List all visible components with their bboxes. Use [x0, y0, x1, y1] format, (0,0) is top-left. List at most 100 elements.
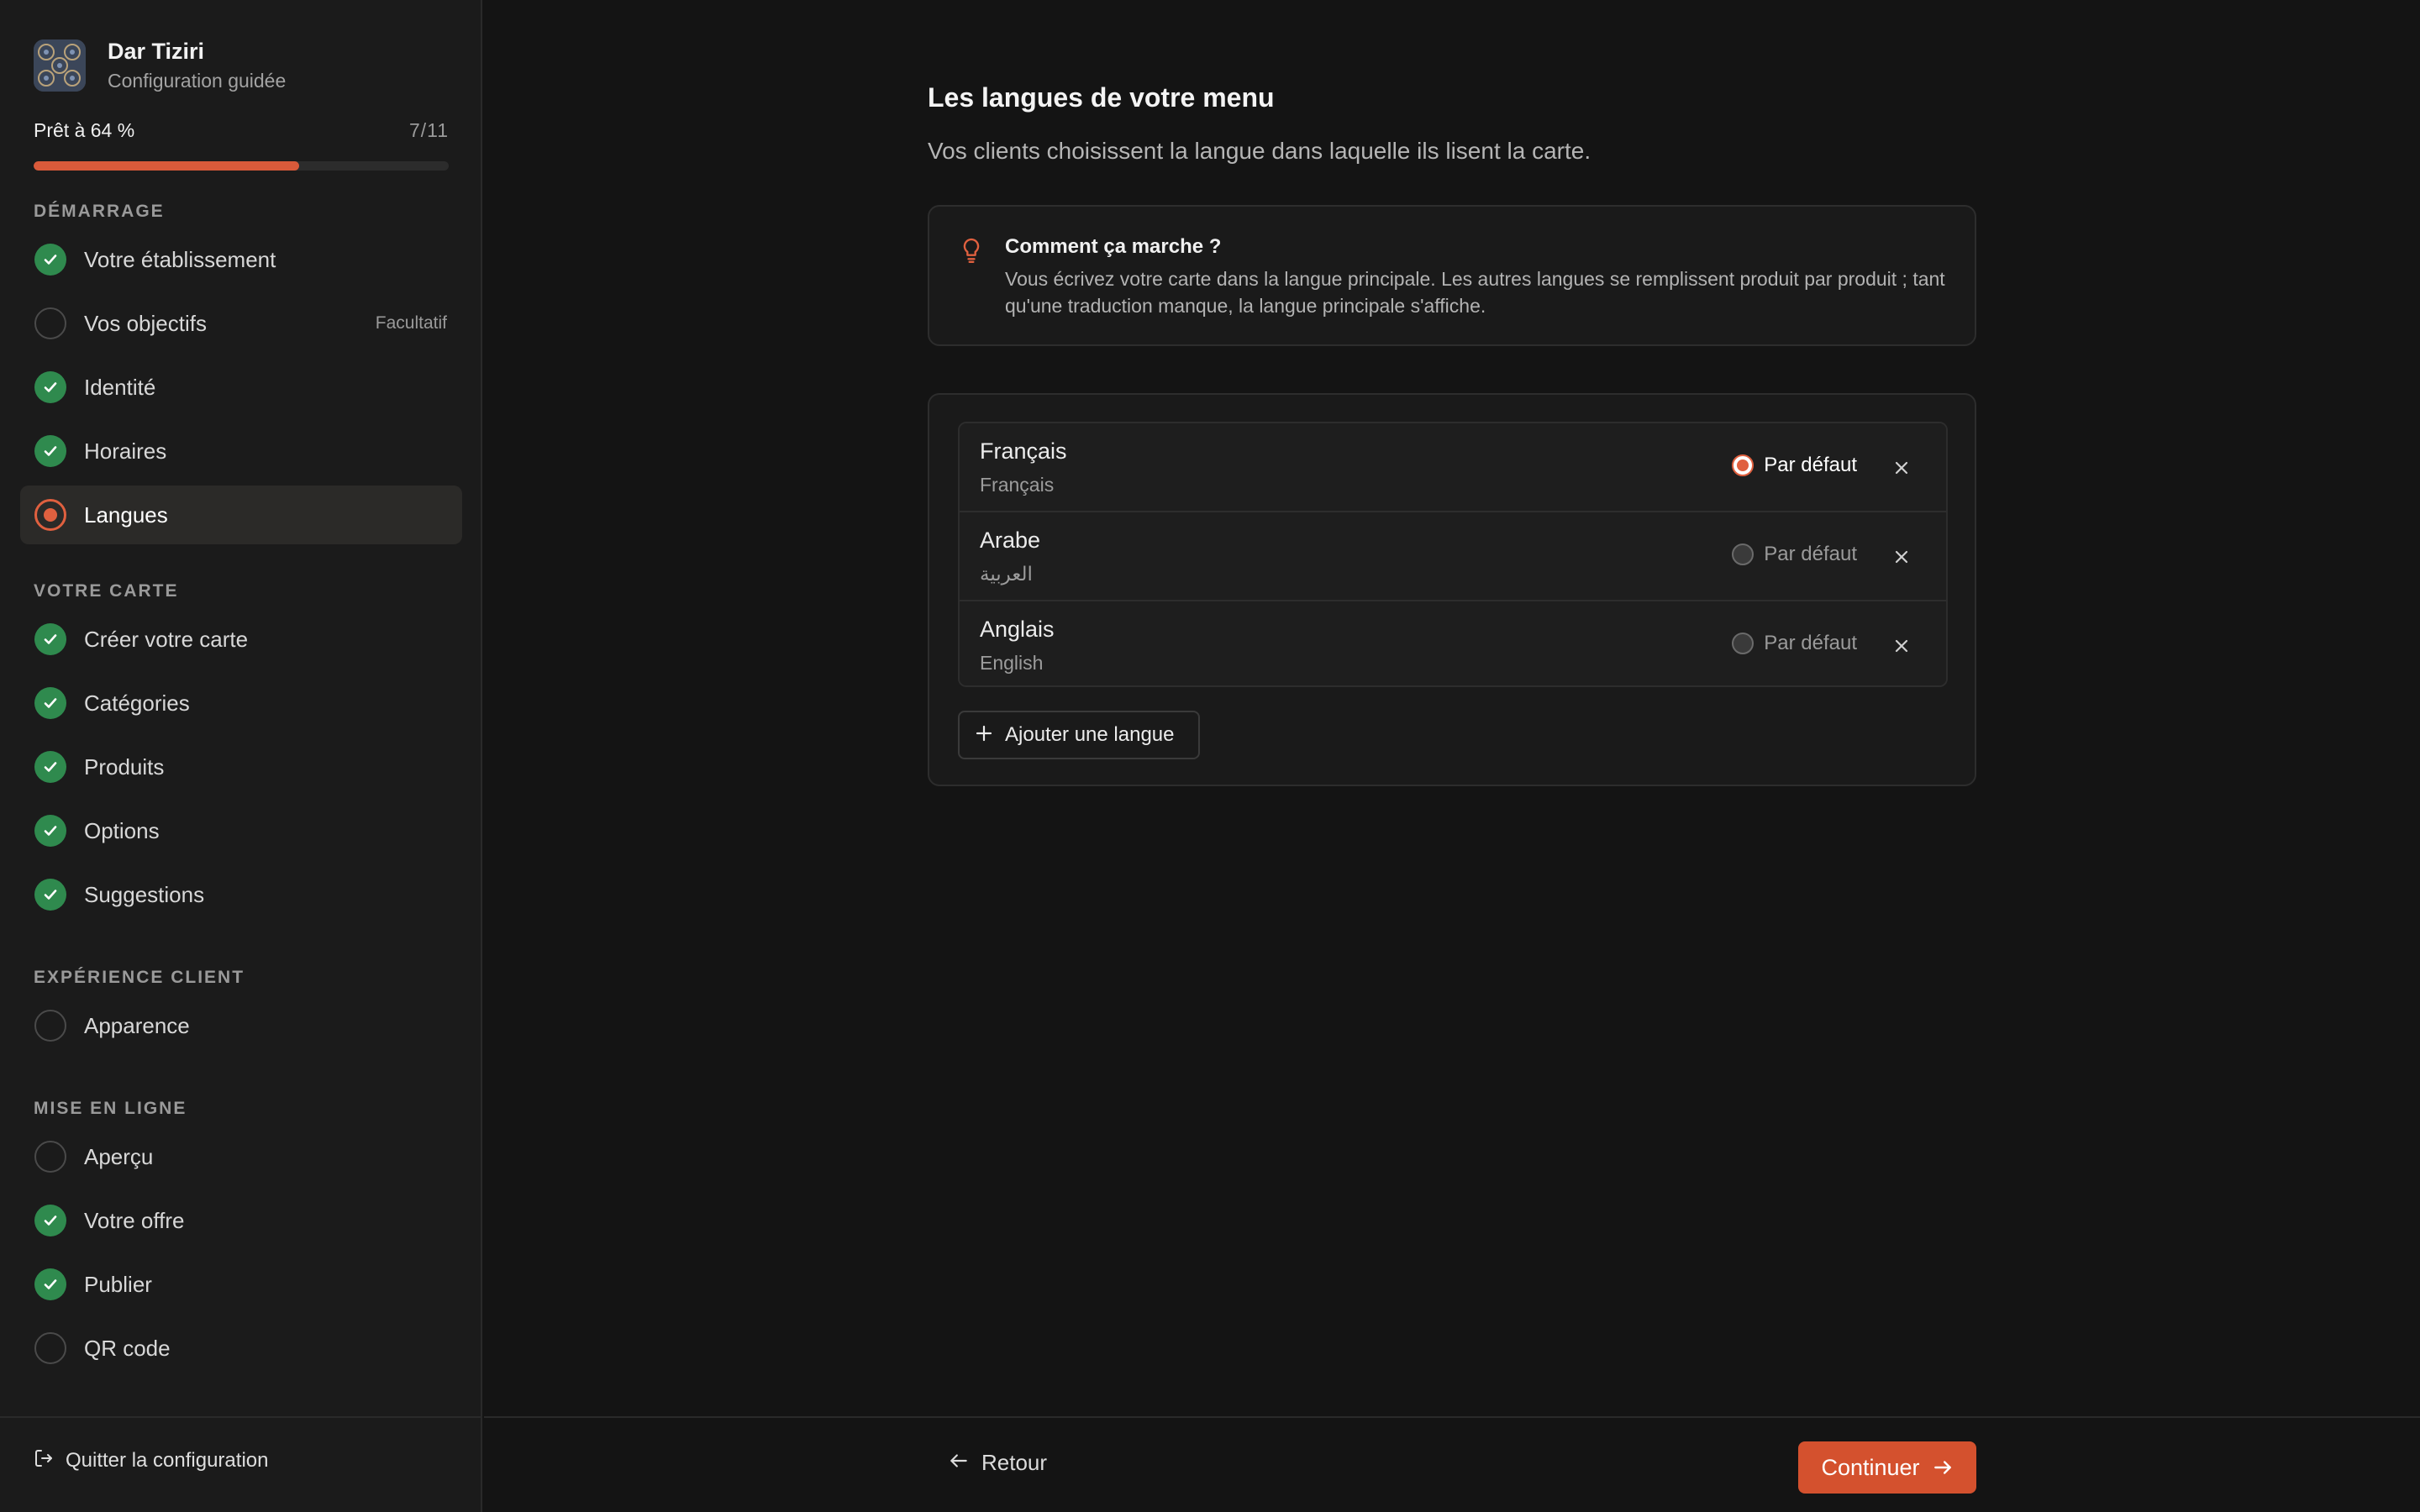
radio-indicator: [1732, 633, 1754, 654]
sidebar-item-identite[interactable]: Identité: [20, 358, 462, 417]
info-callout: Comment ça marche ? Vous écrivez votre c…: [928, 205, 1976, 346]
check-circle-icon: [34, 434, 67, 468]
quit-setup-label: Quitter la configuration: [66, 1448, 269, 1472]
language-native-name: English: [980, 652, 1044, 674]
language-name: Anglais: [980, 617, 1055, 642]
plus-icon: [975, 724, 993, 747]
main-content: Les langues de votre menu Vos clients ch…: [484, 0, 2420, 1416]
check-circle-icon: [34, 622, 67, 656]
page-subtitle: Vos clients choisissent la langue dans l…: [928, 138, 1591, 164]
default-language-label: Par défaut: [1764, 454, 1857, 476]
sidebar-item-apercu[interactable]: Aperçu: [20, 1127, 462, 1186]
empty-circle-icon: [34, 1331, 67, 1365]
sidebar-item-label: Votre établissement: [84, 246, 276, 272]
sidebar-item-langues[interactable]: Langues: [20, 486, 462, 544]
sidebar-item-votre-offre[interactable]: Votre offre: [20, 1191, 462, 1250]
sidebar-item-label: Apparence: [84, 1012, 190, 1038]
empty-circle-icon: [34, 1009, 67, 1042]
info-title: Comment ça marche ?: [1005, 235, 1222, 258]
language-row: Arabe العربية Par défaut: [960, 512, 1946, 601]
sidebar-item-label: Suggestions: [84, 881, 205, 907]
current-step-icon: [34, 498, 67, 532]
check-circle-icon: [34, 370, 67, 404]
section-title-votre-carte: VOTRE CARTE: [34, 581, 179, 601]
sidebar-item-label: Options: [84, 817, 160, 843]
brand: Dar Tiziri Configuration guidée: [34, 37, 286, 94]
sidebar-item-categories[interactable]: Catégories: [20, 674, 462, 732]
progress-label: Prêt à 64 %: [34, 119, 135, 141]
sidebar-item-label: QR code: [84, 1335, 171, 1361]
default-language-label: Par défaut: [1764, 632, 1857, 654]
check-circle-icon: [34, 878, 67, 911]
sidebar-item-label: Produits: [84, 753, 165, 780]
sidebar-item-label: Votre offre: [84, 1207, 185, 1233]
language-row: Français Français Par défaut: [960, 423, 1946, 512]
optional-tag: Facultatif: [375, 313, 447, 333]
arrow-right-icon: [1933, 1461, 1951, 1474]
sidebar-item-horaires[interactable]: Horaires: [20, 422, 462, 480]
section-title-experience-client: EXPÉRIENCE CLIENT: [34, 968, 245, 987]
sidebar-item-votre-etablissement[interactable]: Votre établissement: [20, 230, 462, 289]
empty-circle-icon: [34, 1140, 67, 1173]
sidebar-item-label: Publier: [84, 1271, 152, 1297]
default-language-radio[interactable]: Par défaut: [1732, 543, 1857, 566]
sidebar-item-label: Vos objectifs: [84, 310, 207, 336]
sidebar-item-vos-objectifs[interactable]: Vos objectifs Facultatif: [20, 294, 462, 353]
empty-circle-icon: [34, 307, 67, 340]
progress-bar: [34, 161, 449, 171]
restaurant-logo: [34, 39, 86, 92]
languages-card: Français Français Par défaut Arabe العربية Pa…: [928, 393, 1976, 786]
brand-name: Dar Tiziri: [108, 39, 205, 64]
sidebar-item-publier[interactable]: Publier: [20, 1255, 462, 1314]
arrow-left-icon: [948, 1450, 970, 1476]
add-language-label: Ajouter une langue: [1005, 723, 1175, 746]
continue-label: Continuer: [1821, 1454, 1920, 1480]
sidebar-item-label: Identité: [84, 374, 156, 400]
close-icon: [1893, 638, 1910, 654]
radio-indicator: [1732, 543, 1754, 565]
page-title: Les langues de votre menu: [928, 82, 1275, 113]
sidebar-item-apparence[interactable]: Apparence: [20, 996, 462, 1055]
sidebar-item-suggestions[interactable]: Suggestions: [20, 865, 462, 924]
back-label: Retour: [981, 1450, 1048, 1475]
sidebar-item-label: Catégories: [84, 690, 190, 716]
remove-language-button[interactable]: [1887, 454, 1916, 482]
languages-list: Français Français Par défaut Arabe العربية Pa…: [958, 422, 1948, 687]
sidebar-item-creer-votre-carte[interactable]: Créer votre carte: [20, 610, 462, 669]
sidebar-item-produits[interactable]: Produits: [20, 738, 462, 796]
footer-bar: Retour Continuer: [484, 1416, 2420, 1512]
check-circle-icon: [34, 1204, 67, 1237]
logout-icon: [34, 1448, 54, 1473]
default-language-radio[interactable]: Par défaut: [1732, 632, 1857, 655]
progress-count: 7/11: [408, 119, 449, 141]
sidebar-item-label: Créer votre carte: [84, 626, 249, 652]
sidebar-item-label: Horaires: [84, 438, 167, 464]
section-title-mise-en-ligne: MISE EN LIGNE: [34, 1099, 187, 1118]
check-circle-icon: [34, 686, 67, 720]
sidebar-item-label: Langues: [84, 501, 168, 528]
check-circle-icon: [34, 243, 67, 276]
back-button[interactable]: Retour: [948, 1450, 1047, 1476]
check-circle-icon: [34, 1268, 67, 1301]
sidebar: Dar Tiziri Configuration guidée Prêt à 6…: [0, 0, 482, 1512]
brand-subtitle: Configuration guidée: [108, 70, 287, 92]
continue-button[interactable]: Continuer: [1798, 1441, 1976, 1494]
lightbulb-icon: [960, 237, 983, 270]
app: Dar Tiziri Configuration guidée Prêt à 6…: [0, 0, 2420, 1512]
language-row: Anglais English Par défaut: [960, 601, 1946, 685]
default-language-radio[interactable]: Par défaut: [1732, 454, 1857, 477]
sidebar-item-qr-code[interactable]: QR code: [20, 1319, 462, 1378]
section-title-demarrage: DÉMARRAGE: [34, 202, 165, 221]
add-language-button[interactable]: Ajouter une langue: [958, 711, 1200, 759]
progress-row: Prêt à 64 % 7/11: [34, 119, 449, 142]
check-circle-icon: [34, 814, 67, 848]
language-native-name: العربية: [980, 563, 1033, 585]
sidebar-footer: Quitter la configuration: [0, 1416, 482, 1512]
check-circle-icon: [34, 750, 67, 784]
close-icon: [1893, 549, 1910, 565]
sidebar-item-label: Aperçu: [84, 1143, 154, 1169]
remove-language-button[interactable]: [1887, 632, 1916, 660]
quit-setup-button[interactable]: Quitter la configuration: [34, 1448, 268, 1473]
sidebar-item-options[interactable]: Options: [20, 801, 462, 860]
remove-language-button[interactable]: [1887, 543, 1916, 571]
